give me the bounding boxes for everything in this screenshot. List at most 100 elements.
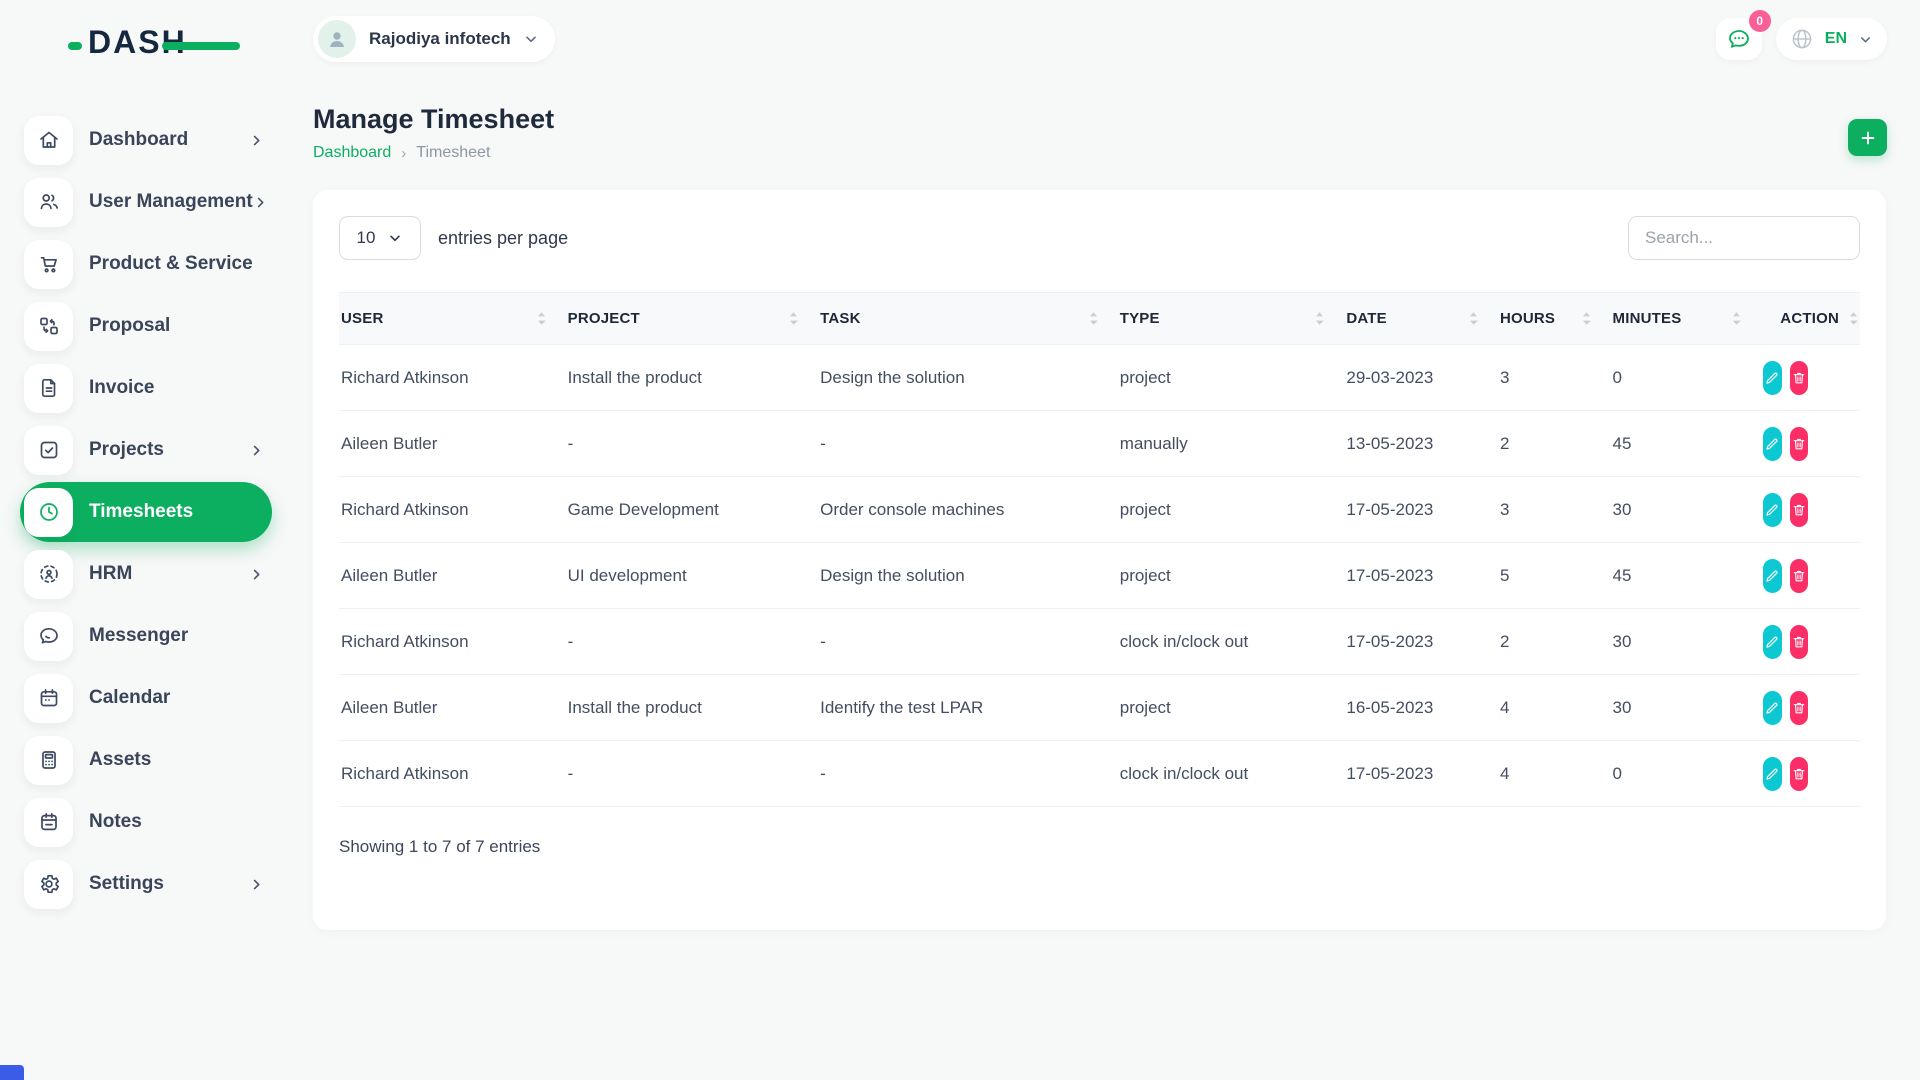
column-header-minutes[interactable]: MINUTES bbox=[1611, 293, 1762, 345]
edit-button[interactable] bbox=[1763, 559, 1781, 593]
table-row: Aileen Butler--manually13-05-2023245 bbox=[339, 411, 1860, 477]
sidebar-item-label: Product & Service bbox=[89, 253, 253, 275]
cell-project: UI development bbox=[566, 543, 818, 609]
edit-button[interactable] bbox=[1763, 757, 1781, 791]
sidebar-item-label: User Management bbox=[89, 191, 253, 213]
sidebar-item-label: Timesheets bbox=[89, 501, 193, 523]
edit-button[interactable] bbox=[1763, 625, 1781, 659]
sidebar-item-proposal[interactable]: Proposal bbox=[20, 296, 272, 356]
company-name: Rajodiya infotech bbox=[369, 29, 511, 49]
sort-icon bbox=[1732, 311, 1741, 326]
edit-button[interactable] bbox=[1763, 691, 1781, 725]
messenger-icon bbox=[24, 612, 73, 661]
column-label: DATE bbox=[1346, 310, 1387, 327]
sort-icon bbox=[1315, 311, 1324, 326]
delete-button[interactable] bbox=[1790, 361, 1808, 395]
chevron-right-icon bbox=[249, 133, 264, 148]
sidebar-item-assets[interactable]: Assets bbox=[20, 730, 272, 790]
edit-button[interactable] bbox=[1763, 361, 1781, 395]
pencil-icon bbox=[1764, 700, 1780, 716]
trash-icon bbox=[1791, 568, 1807, 584]
column-header-action[interactable]: ACTION bbox=[1761, 293, 1860, 345]
table-header-row: USER PROJECTTASKTYPEDATE HOURS MINUTES ACTIO… bbox=[339, 293, 1860, 345]
sort-icon bbox=[1849, 311, 1858, 326]
theme-customizer-button[interactable] bbox=[0, 1065, 24, 1080]
entries-per-page-select[interactable]: 10 bbox=[339, 216, 421, 260]
pencil-icon bbox=[1764, 634, 1780, 650]
sidebar-item-label: Assets bbox=[89, 749, 151, 771]
sidebar-item-calendar[interactable]: Calendar bbox=[20, 668, 272, 728]
users-icon bbox=[24, 178, 73, 227]
search-input[interactable] bbox=[1628, 216, 1860, 260]
table-toolbar: 10 entries per page bbox=[339, 216, 1860, 260]
cell-hours: 3 bbox=[1498, 345, 1611, 411]
delete-button[interactable] bbox=[1790, 493, 1808, 527]
column-header-task[interactable]: TASK bbox=[818, 293, 1118, 345]
cell-action bbox=[1761, 345, 1860, 411]
table-row: Richard Atkinson--clock in/clock out17-0… bbox=[339, 609, 1860, 675]
language-selector[interactable]: EN bbox=[1776, 18, 1887, 60]
app-logo[interactable]: DASH bbox=[70, 24, 240, 66]
cell-user: Richard Atkinson bbox=[339, 609, 566, 675]
cell-date: 17-05-2023 bbox=[1344, 609, 1498, 675]
sidebar-item-user-management[interactable]: User Management bbox=[20, 172, 272, 232]
edit-button[interactable] bbox=[1763, 427, 1781, 461]
timesheet-table: USER PROJECTTASKTYPEDATE HOURS MINUTES ACTIO… bbox=[339, 292, 1860, 807]
sidebar-item-product-service[interactable]: Product & Service bbox=[20, 234, 272, 294]
delete-button[interactable] bbox=[1790, 757, 1808, 791]
column-header-user[interactable]: USER bbox=[339, 293, 566, 345]
topbar: Rajodiya infotech 0 EN bbox=[285, 0, 1920, 78]
delete-button[interactable] bbox=[1790, 691, 1808, 725]
cell-minutes: 0 bbox=[1611, 345, 1762, 411]
cell-project: - bbox=[566, 741, 818, 807]
topbar-actions: 0 EN bbox=[1716, 18, 1887, 60]
company-selector[interactable]: Rajodiya infotech bbox=[313, 16, 555, 62]
cell-date: 13-05-2023 bbox=[1344, 411, 1498, 477]
column-label: ACTION bbox=[1780, 310, 1839, 327]
sidebar-item-label: Calendar bbox=[89, 687, 170, 709]
sort-icon bbox=[789, 311, 798, 326]
sidebar-item-projects[interactable]: Projects bbox=[20, 420, 272, 480]
delete-button[interactable] bbox=[1790, 625, 1808, 659]
sidebar-item-label: Dashboard bbox=[89, 129, 188, 151]
cell-minutes: 45 bbox=[1611, 543, 1762, 609]
trash-icon bbox=[1791, 502, 1807, 518]
column-header-type[interactable]: TYPE bbox=[1118, 293, 1345, 345]
cell-type: project bbox=[1118, 477, 1345, 543]
column-header-hours[interactable]: HOURS bbox=[1498, 293, 1611, 345]
sidebar-item-timesheets[interactable]: Timesheets bbox=[20, 482, 272, 542]
cell-hours: 4 bbox=[1498, 741, 1611, 807]
breadcrumb-dashboard-link[interactable]: Dashboard bbox=[313, 144, 391, 162]
sidebar-item-messenger[interactable]: Messenger bbox=[20, 606, 272, 666]
chevron-down-icon bbox=[387, 230, 403, 246]
column-header-project[interactable]: PROJECT bbox=[566, 293, 818, 345]
cell-type: project bbox=[1118, 543, 1345, 609]
column-label: HOURS bbox=[1500, 310, 1555, 327]
messages-button[interactable]: 0 bbox=[1716, 18, 1762, 60]
cell-type: manually bbox=[1118, 411, 1345, 477]
sidebar-item-label: Messenger bbox=[89, 625, 188, 647]
breadcrumb-current: Timesheet bbox=[416, 144, 490, 162]
sort-icon bbox=[1582, 311, 1591, 326]
sidebar-item-hrm[interactable]: HRM bbox=[20, 544, 272, 604]
cell-user: Richard Atkinson bbox=[339, 477, 566, 543]
sidebar-item-notes[interactable]: Notes bbox=[20, 792, 272, 852]
sidebar-nav: Dashboard User Management Product & Servic… bbox=[0, 110, 285, 914]
messages-count-badge: 0 bbox=[1749, 10, 1771, 32]
page-title: Manage Timesheet bbox=[313, 104, 554, 135]
chevron-right-icon: › bbox=[401, 145, 406, 162]
sidebar-item-invoice[interactable]: Invoice bbox=[20, 358, 272, 418]
sort-icon bbox=[1089, 311, 1098, 326]
edit-button[interactable] bbox=[1763, 493, 1781, 527]
table-row: Richard AtkinsonInstall the productDesig… bbox=[339, 345, 1860, 411]
sidebar-item-settings[interactable]: Settings bbox=[20, 854, 272, 914]
column-header-date[interactable]: DATE bbox=[1344, 293, 1498, 345]
cell-action bbox=[1761, 741, 1860, 807]
column-label: USER bbox=[341, 310, 383, 327]
add-timesheet-button[interactable] bbox=[1848, 119, 1887, 156]
delete-button[interactable] bbox=[1790, 559, 1808, 593]
hrm-icon bbox=[24, 550, 73, 599]
sidebar-item-dashboard[interactable]: Dashboard bbox=[20, 110, 272, 170]
delete-button[interactable] bbox=[1790, 427, 1808, 461]
sidebar-item-label: Settings bbox=[89, 873, 164, 895]
